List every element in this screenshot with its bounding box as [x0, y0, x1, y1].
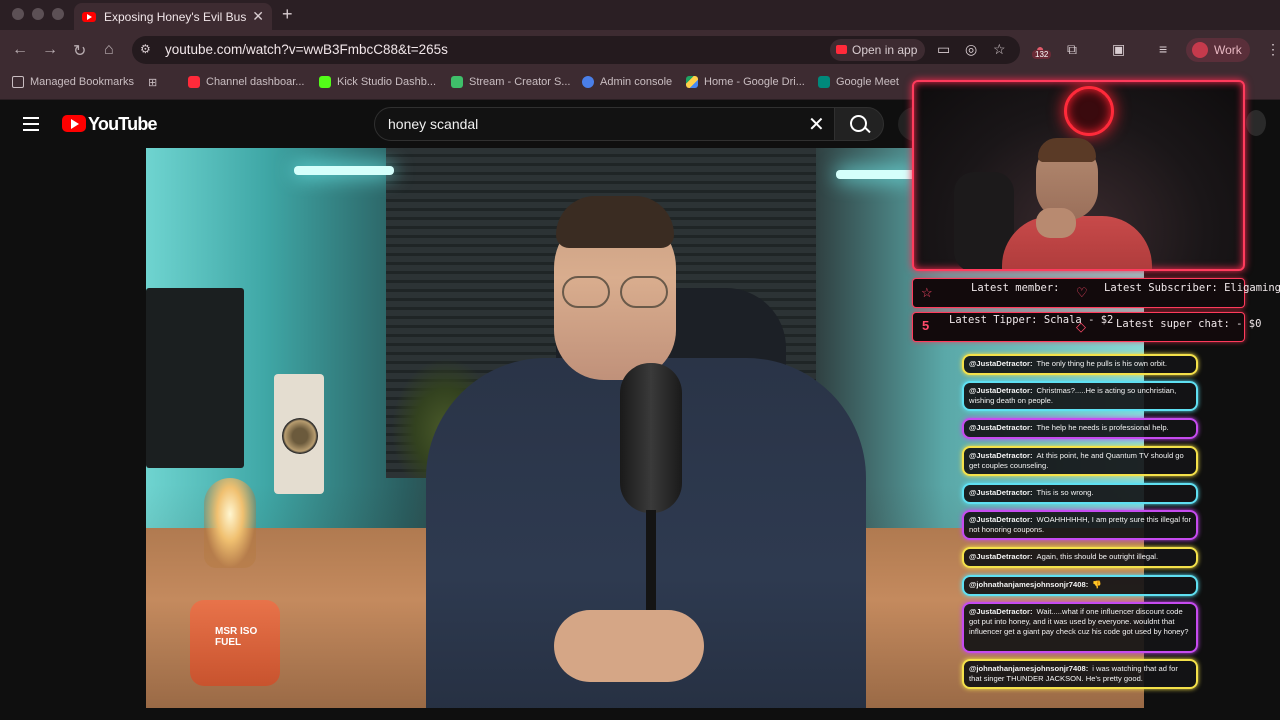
window-close-button[interactable]	[12, 8, 24, 20]
chat-text: Again, this should be outright illegal.	[1036, 552, 1159, 561]
latest-tipper-label: Latest Tipper: Schala - $2	[949, 314, 1114, 326]
browser-tab[interactable]: Exposing Honey's Evil Busine ✕	[74, 3, 272, 30]
window-zoom-button[interactable]	[52, 8, 64, 20]
chat-author: @JustaDetractor:	[969, 552, 1033, 561]
ceiling-light	[836, 170, 916, 179]
stats-panel-members: ☆ Latest member: ♡ Latest Subscriber: El…	[912, 278, 1280, 308]
window-minimize-button[interactable]	[32, 8, 44, 20]
chat-text: This is so wrong.	[1036, 488, 1094, 497]
extension-badge: 132	[1032, 50, 1052, 59]
site-settings-icon[interactable]: ⚙	[140, 42, 156, 58]
latest-superchat-label: Latest super chat: - $0	[1116, 318, 1262, 330]
new-tab-icon[interactable]: +	[282, 4, 293, 25]
home-icon[interactable]: ⌂	[104, 41, 114, 59]
chat-message: @JustaDetractor: WOAHHHHHH, I am pretty s…	[962, 510, 1198, 540]
forward-icon[interactable]: →	[42, 41, 58, 59]
profile-button[interactable]: Work	[1186, 38, 1250, 62]
chat-message: @JustaDetractor: Again, this should be ou…	[962, 547, 1198, 568]
diamond-icon: ◇	[1076, 319, 1086, 334]
puzzle-icon	[451, 76, 463, 88]
puzzle-icon[interactable]: ⧉	[1067, 41, 1077, 58]
latest-subscriber-label: Latest Subscriber: Eligaming	[1104, 282, 1280, 294]
lamp-bulb	[204, 478, 256, 568]
youtube-logo-icon[interactable]	[62, 115, 86, 132]
bookmark-item[interactable]: Managed Bookmarks	[12, 76, 134, 88]
streamer-body	[1002, 216, 1152, 269]
chat-message: @JustaDetractor: Wait.....what if one inf…	[962, 602, 1198, 653]
webcam-overlay	[912, 80, 1245, 271]
chat-message: @JustaDetractor: The help he needs is pro…	[962, 418, 1198, 439]
chat-author: @JustaDetractor:	[969, 488, 1033, 497]
apps-grid-icon[interactable]: ⊞	[148, 76, 157, 89]
neon-ring-light	[1064, 86, 1114, 136]
presenter-hair	[556, 196, 674, 248]
chat-author: @JustaDetractor:	[969, 359, 1033, 368]
bookmark-item[interactable]: Google Meet	[818, 76, 899, 88]
star-icon: ☆	[921, 285, 933, 300]
stats-panel-tips: 5 Latest Tipper: Schala - $2 ◇ Latest su…	[912, 312, 1261, 342]
chat-text: The help he needs is professional help.	[1036, 423, 1169, 432]
chat-author: @johnathanjamesjohnsonjr7408:	[969, 664, 1089, 673]
chat-message: @JustaDetractor: This is so wrong.	[962, 483, 1198, 504]
eye-off-icon[interactable]: ◎	[965, 41, 977, 58]
lamp-base: MSR ISO FUEL	[190, 600, 280, 686]
chat-author: @JustaDetractor:	[969, 451, 1033, 460]
streamer-hair	[1038, 138, 1096, 162]
search-icon[interactable]	[834, 107, 884, 141]
chat-text: The only thing he pulls is his own orbit…	[1036, 359, 1167, 368]
bookmark-item[interactable]: Home - Google Dri...	[686, 76, 805, 88]
bookmark-star-icon[interactable]: ☆	[993, 41, 1006, 58]
presenter-glasses	[558, 276, 674, 310]
speaker	[274, 374, 324, 494]
chat-message: @JustaDetractor: The only thing he pulls …	[962, 354, 1198, 375]
avatar[interactable]	[1246, 110, 1266, 136]
clear-search-icon[interactable]: ✕	[808, 112, 825, 137]
chat-author: @JustaDetractor:	[969, 386, 1033, 395]
hamburger-menu-icon[interactable]	[23, 117, 39, 131]
chat-author: @JustaDetractor:	[969, 423, 1033, 432]
bookmark-item[interactable]: Channel dashboar...	[188, 76, 304, 88]
more-menu-icon[interactable]: ⋮	[1266, 41, 1280, 58]
tab-title: Exposing Honey's Evil Busine	[104, 9, 247, 24]
streamer-hand	[1036, 208, 1076, 238]
chat-message: @johnathanjamesjohnsonjr7408: 👎	[962, 575, 1198, 596]
chat-author: @johnathanjamesjohnsonjr7408:	[969, 580, 1089, 589]
google-admin-icon	[582, 76, 594, 88]
reload-icon[interactable]: ↻	[73, 41, 86, 61]
folder-icon	[12, 76, 24, 88]
reading-list-icon[interactable]: ≡	[1159, 41, 1167, 57]
address-url[interactable]: youtube.com/watch?v=wwB3FmbcC88&t=265s	[165, 42, 448, 57]
kick-icon	[319, 76, 331, 88]
heart-icon: ♡	[1076, 285, 1088, 300]
bookmark-item[interactable]: Kick Studio Dashb...	[319, 76, 436, 88]
meet-icon	[818, 76, 830, 88]
bookmark-item[interactable]: Stream - Creator S...	[451, 76, 570, 88]
close-tab-icon[interactable]: ✕	[252, 8, 264, 25]
chat-message: @JustaDetractor: At this point, he and Qu…	[962, 446, 1198, 476]
ceiling-light	[294, 166, 394, 175]
latest-member-label: Latest member:	[971, 282, 1060, 294]
youtube-favicon-icon	[82, 11, 96, 22]
back-icon[interactable]: ←	[12, 41, 28, 59]
drive-icon	[686, 76, 698, 88]
chat-text: 👎	[1092, 580, 1102, 589]
side-panel-icon[interactable]: ▣	[1112, 41, 1125, 58]
chat-message: @JustaDetractor: Christmas?.....He is act…	[962, 381, 1198, 411]
dollar-icon: 5	[922, 318, 930, 333]
chat-author: @JustaDetractor:	[969, 607, 1033, 616]
microphone	[620, 363, 682, 513]
chat-message: @johnathanjamesjohnsonjr7408: i was watch…	[962, 659, 1198, 689]
bookmark-item[interactable]: Admin console	[582, 76, 672, 88]
open-in-app-button[interactable]: Open in app	[830, 39, 926, 61]
chat-author: @JustaDetractor:	[969, 515, 1033, 524]
monitor	[146, 288, 244, 468]
search-query[interactable]: honey scandal	[388, 116, 478, 132]
youtube-icon	[188, 76, 200, 88]
lamp-label: MSR ISO FUEL	[215, 626, 258, 648]
youtube-wordmark[interactable]: YouTube	[88, 114, 158, 135]
presenter-hands	[554, 610, 704, 682]
cast-icon[interactable]: ▭	[937, 41, 950, 58]
